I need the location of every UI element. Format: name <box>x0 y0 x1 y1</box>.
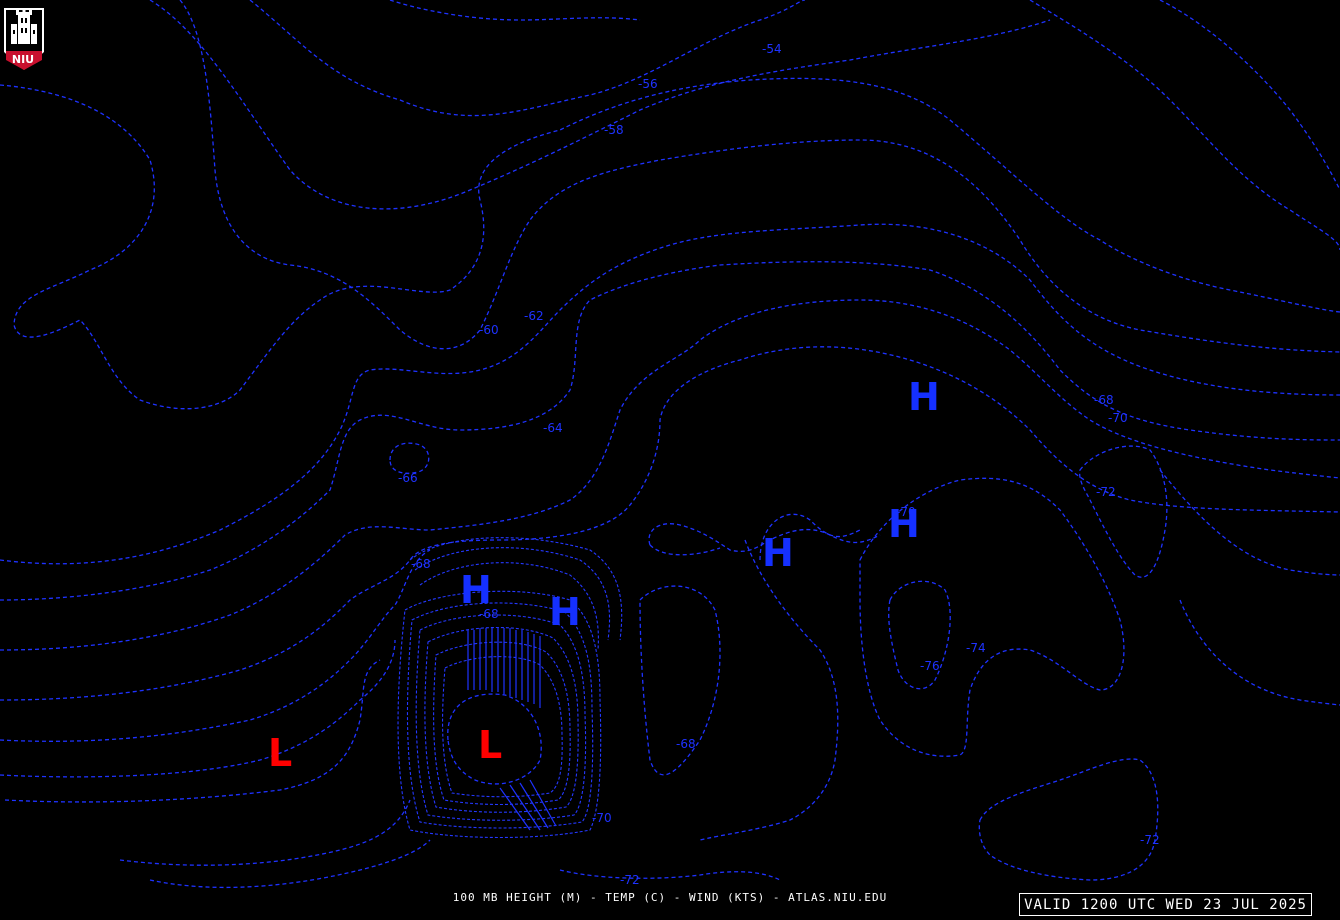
logo-text: NIU <box>11 53 35 66</box>
svg-text:-60: -60 <box>479 323 499 337</box>
svg-text:-76: -76 <box>920 659 940 673</box>
svg-text:-56: -56 <box>638 77 658 91</box>
svg-text:-58: -58 <box>604 123 624 137</box>
svg-text:-54: -54 <box>762 42 782 56</box>
high-center: H <box>762 531 794 575</box>
svg-text:-64: -64 <box>543 421 563 435</box>
high-center: H <box>460 568 492 612</box>
weather-map: -54 -56 -58 -60 -62 -64 -66 -68 -68 -68 … <box>0 0 1340 889</box>
svg-text:-72: -72 <box>620 873 640 887</box>
high-center: H <box>888 502 920 546</box>
svg-text:-72: -72 <box>1140 833 1160 847</box>
svg-text:-68: -68 <box>676 737 696 751</box>
valid-time-box: VALID 1200 UTC WED 23 JUL 2025 <box>1019 893 1312 916</box>
svg-text:-74: -74 <box>966 641 986 655</box>
pressure-highs: H H H H H <box>460 375 940 634</box>
svg-text:-62: -62 <box>524 309 544 323</box>
svg-text:-68: -68 <box>1094 393 1114 407</box>
svg-text:-70: -70 <box>592 811 612 825</box>
svg-text:-68: -68 <box>411 557 431 571</box>
svg-text:-72: -72 <box>1096 485 1116 499</box>
low-center: L <box>478 723 502 767</box>
svg-text:-66: -66 <box>398 471 418 485</box>
high-center: H <box>549 590 581 634</box>
high-center: H <box>908 375 940 419</box>
low-center: L <box>268 731 292 775</box>
svg-text:-70: -70 <box>1108 411 1128 425</box>
temperature-contours <box>0 0 1340 889</box>
